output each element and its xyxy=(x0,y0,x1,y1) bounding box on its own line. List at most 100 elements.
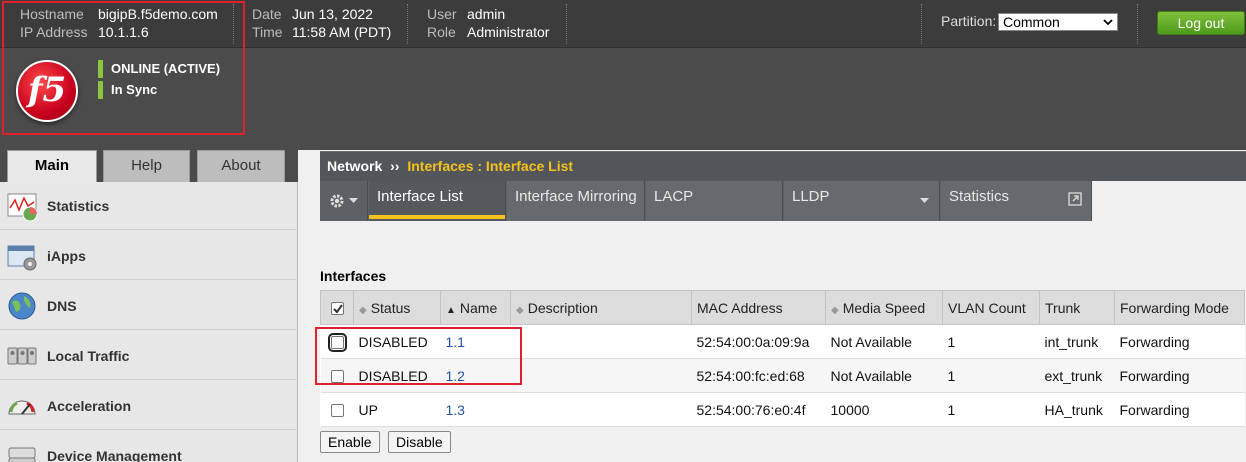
nav-item-local-traffic[interactable]: Local Traffic xyxy=(0,332,296,380)
cell-description xyxy=(510,358,692,393)
cell-vlan-count: 1 xyxy=(942,358,1040,393)
header-divider xyxy=(566,4,567,44)
enable-button[interactable]: Enable xyxy=(320,431,380,453)
tab-interface-list[interactable]: Interface List xyxy=(369,181,506,221)
column-label: VLAN Count xyxy=(948,299,1026,316)
chevron-down-icon xyxy=(1103,19,1113,26)
role-value: Administrator xyxy=(467,24,550,40)
column-label: MAC Address xyxy=(697,299,783,316)
column-header-description[interactable]: ◆ Description xyxy=(510,290,692,325)
column-label: Trunk xyxy=(1045,299,1081,316)
column-header-name[interactable]: ▲ Name xyxy=(440,290,511,325)
column-header-vlan-count: VLAN Count xyxy=(942,290,1040,325)
breadcrumb-root[interactable]: Network xyxy=(327,158,382,174)
acceleration-icon xyxy=(8,400,36,415)
sort-icon: ◆ xyxy=(831,304,839,316)
cell-mac: 52:54:00:fc:ed:68 xyxy=(691,358,826,393)
nav-label-device-management: Device Management xyxy=(47,448,182,462)
column-label: Forwarding Mode xyxy=(1120,299,1229,316)
tab-label: Interface Mirroring xyxy=(515,188,637,205)
date-value: Jun 13, 2022 xyxy=(292,6,373,22)
interface-link[interactable]: 1.3 xyxy=(446,402,465,418)
device-management-icon xyxy=(8,447,36,462)
nav-item-acceleration[interactable]: Acceleration xyxy=(0,382,296,430)
column-label: Description xyxy=(527,299,598,316)
time-label: Time xyxy=(252,24,283,40)
tab-interface-mirroring[interactable]: Interface Mirroring xyxy=(507,181,645,221)
chevron-down-icon xyxy=(920,198,929,203)
cell-vlan-count: 1 xyxy=(942,392,1040,427)
cell-trunk: int_trunk xyxy=(1039,324,1115,359)
statistics-icon xyxy=(7,193,38,222)
time-value: 11:58 AM (PDT) xyxy=(292,24,392,40)
row-checkbox[interactable] xyxy=(330,404,344,418)
disable-button[interactable]: Disable xyxy=(388,431,451,453)
cell-status: UP xyxy=(353,392,441,427)
column-label: Status xyxy=(370,299,411,316)
table-row: UP 1.3 52:54:00:76:e0:4f 10000 1 HA_trun… xyxy=(320,392,1245,427)
nav-item-iapps[interactable]: iApps xyxy=(0,232,296,280)
user-label: User xyxy=(427,6,457,22)
date-label: Date xyxy=(252,6,282,22)
sort-ascending-icon: ▲ xyxy=(446,304,456,316)
sort-icon: ◆ xyxy=(359,304,367,316)
header-divider xyxy=(1137,4,1138,44)
section-title: Interfaces xyxy=(320,268,387,284)
tab-label: LACP xyxy=(654,188,694,205)
logout-button[interactable]: Log out xyxy=(1157,11,1245,35)
tab-lldp[interactable]: LLDP xyxy=(784,181,940,221)
column-header-mac: MAC Address xyxy=(691,290,826,325)
nav-label-statistics: Statistics xyxy=(47,198,110,214)
column-header-forwarding-mode: Forwarding Mode xyxy=(1114,290,1245,325)
cell-name: 1.3 xyxy=(440,392,511,427)
table-header-row: ◆ Status ▲ Name ◆ Description MAC Address ◆… xyxy=(320,290,1245,325)
cell-forwarding-mode: Forwarding xyxy=(1114,358,1245,393)
local-traffic-icon xyxy=(7,347,37,365)
tab-label: Interface List xyxy=(377,188,463,205)
tab-about[interactable]: About xyxy=(197,150,285,182)
nav-label-dns: DNS xyxy=(47,298,77,314)
dns-icon xyxy=(8,292,36,320)
role-label: Role xyxy=(427,24,456,40)
cell-mac: 52:54:00:76:e0:4f xyxy=(691,392,826,427)
partition-value: Common xyxy=(1003,14,1060,30)
column-label: Name xyxy=(459,299,498,316)
column-label: Media Speed xyxy=(842,299,926,316)
breadcrumb-path: Interfaces : Interface List xyxy=(407,158,574,174)
cell-vlan-count: 1 xyxy=(942,324,1040,359)
partition-label: Partition: xyxy=(941,13,997,29)
cell-trunk: HA_trunk xyxy=(1039,392,1115,427)
breadcrumb-separator: ›› xyxy=(390,158,400,174)
cell-mac: 52:54:00:0a:09:9a xyxy=(691,324,826,359)
nav-label-iapps: iApps xyxy=(47,248,86,264)
annotation-box-header xyxy=(2,1,245,135)
column-header-status[interactable]: ◆ Status xyxy=(353,290,441,325)
user-value: admin xyxy=(467,6,506,22)
row-select xyxy=(320,392,354,427)
partition-select[interactable]: Common xyxy=(998,13,1118,31)
cell-trunk: ext_trunk xyxy=(1039,358,1115,393)
tab-main[interactable]: Main xyxy=(7,150,97,182)
iapps-icon xyxy=(7,245,37,271)
tab-statistics[interactable]: Statistics xyxy=(941,181,1092,221)
nav-label-acceleration: Acceleration xyxy=(47,398,132,414)
user-info: User admin Role Administrator xyxy=(427,5,549,41)
nav-item-statistics[interactable]: Statistics xyxy=(0,182,296,230)
nav-item-device-management[interactable]: Device Management xyxy=(0,432,296,462)
select-all-checkbox[interactable] xyxy=(330,302,344,316)
settings-menu[interactable] xyxy=(320,181,368,221)
column-header-media-speed[interactable]: ◆ Media Speed xyxy=(825,290,943,325)
tab-lacp[interactable]: LACP xyxy=(646,181,783,221)
nav-item-dns[interactable]: DNS xyxy=(0,282,296,330)
tab-help[interactable]: Help xyxy=(103,150,190,182)
cell-forwarding-mode: Forwarding xyxy=(1114,324,1245,359)
column-header-trunk: Trunk xyxy=(1039,290,1115,325)
cell-description xyxy=(510,324,692,359)
checkmark-icon xyxy=(332,304,343,314)
sort-icon: ◆ xyxy=(516,304,524,316)
nav-label-local-traffic: Local Traffic xyxy=(47,348,130,364)
cell-forwarding-mode: Forwarding xyxy=(1114,392,1245,427)
tab-label: Statistics xyxy=(949,188,1010,205)
active-tab-indicator xyxy=(369,215,505,219)
select-all-header xyxy=(320,290,354,325)
